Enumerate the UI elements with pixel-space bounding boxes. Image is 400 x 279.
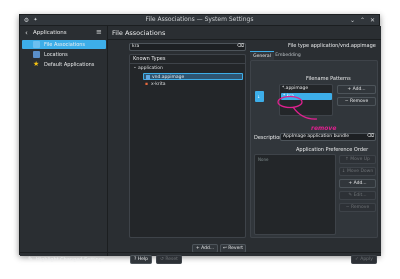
- clear-search-icon[interactable]: ⌫: [237, 44, 244, 49]
- sidebar-header: ‹ Applications ≡: [20, 26, 108, 40]
- footer-divider: [108, 252, 381, 253]
- move-down-button[interactable]: ↓ Move Down: [339, 167, 376, 176]
- tree-node-x-krita[interactable]: ▪ x-krita: [143, 81, 243, 88]
- sidebar-back-label[interactable]: Applications: [33, 30, 67, 36]
- annotation-arrow: [292, 106, 318, 120]
- app-preference-list[interactable]: None: [254, 154, 336, 235]
- apply-icon: ✓: [355, 257, 359, 262]
- help-label: Help: [137, 257, 149, 262]
- main-content: File Associations kra ⌫ Known Types ⌄ ap…: [108, 26, 381, 264]
- tree-node-label: application: [138, 66, 163, 71]
- hamburger-menu-icon[interactable]: ≡: [96, 28, 102, 36]
- general-tab-panel: ↓ Filename Patterns *.appimage *.kra + A…: [250, 60, 378, 238]
- system-settings-window: ⚙ ✦ File Associations — System Settings …: [19, 14, 381, 264]
- edit-application-button[interactable]: ✎ Edit...: [339, 191, 376, 200]
- clear-description-icon[interactable]: ⌫: [367, 134, 374, 139]
- known-types-header: Known Types: [133, 56, 166, 62]
- remove-application-button[interactable]: − Remove: [339, 203, 376, 212]
- sidebar-item-default-applications[interactable]: ★ Default Applications: [22, 60, 106, 69]
- krita-file-icon: ▪: [145, 81, 149, 87]
- sidebar-footer: ✎ Highlight Changed Settings: [20, 252, 108, 266]
- revert-label: Revert: [228, 246, 243, 251]
- tree-header-divider: [130, 63, 245, 64]
- pref-order-title: Application Preference Order: [296, 147, 369, 153]
- header-divider: [108, 39, 381, 40]
- pattern-item[interactable]: *.appimage: [282, 86, 332, 92]
- close-icon[interactable]: ✕: [368, 16, 377, 25]
- edit-application-label: Edit...: [353, 193, 367, 198]
- tree-node-label: x-krita: [151, 82, 166, 87]
- highlight-icon[interactable]: ✎: [28, 256, 33, 263]
- apply-button[interactable]: ✓ Apply: [351, 255, 377, 264]
- pref-list-placeholder: None: [258, 157, 269, 162]
- search-value: kra: [132, 44, 140, 49]
- page-title: File Associations: [112, 29, 166, 37]
- maximize-icon[interactable]: ⌃: [358, 16, 367, 25]
- minimize-icon[interactable]: ⌄: [348, 16, 357, 25]
- description-value: AppImage application bundle: [283, 134, 350, 139]
- move-up-button[interactable]: ↑ Move Up: [339, 155, 376, 164]
- annotation-text: remove: [311, 125, 337, 132]
- add-application-button[interactable]: + Add...: [339, 179, 376, 188]
- file-associations-icon: [33, 41, 40, 48]
- sidebar-item-file-associations[interactable]: File Associations: [22, 40, 106, 49]
- locations-icon: [33, 51, 40, 58]
- add-type-label: Add...: [201, 246, 215, 251]
- add-application-label: Add...: [353, 181, 367, 186]
- title-bar: ⚙ ✦ File Associations — System Settings …: [20, 15, 379, 26]
- tree-node-label: vnd.appimage: [152, 74, 185, 80]
- add-pattern-button[interactable]: + Add...: [337, 85, 376, 94]
- reset-label: Reset: [165, 257, 178, 262]
- search-input[interactable]: kra ⌫: [129, 43, 246, 51]
- sidebar-item-locations[interactable]: Locations: [22, 50, 106, 59]
- help-button[interactable]: ? Help: [130, 255, 152, 264]
- download-icon: ↓: [257, 94, 261, 99]
- description-field[interactable]: AppImage application bundle ⌫: [280, 133, 376, 141]
- move-down-label: Move Down: [346, 169, 374, 174]
- annotation-circle: [277, 95, 303, 109]
- sidebar-item-label: File Associations: [44, 41, 86, 48]
- window-title: File Associations — System Settings: [145, 16, 254, 23]
- move-up-label: Move Up: [350, 157, 370, 162]
- help-icon: ?: [133, 257, 137, 262]
- sidebar-item-label: Default Applications: [44, 61, 95, 68]
- tree-node-application[interactable]: ⌄ application: [130, 65, 245, 72]
- remove-pattern-label: Remove: [349, 99, 369, 104]
- back-icon[interactable]: ‹: [25, 29, 28, 37]
- known-types-tree: Known Types ⌄ application vnd.appimage ▪…: [129, 54, 246, 238]
- expand-arrow-icon[interactable]: ⌄: [133, 65, 137, 70]
- annotation-overlay: [277, 95, 318, 120]
- tab-embedding[interactable]: Embedding: [274, 51, 302, 60]
- highlight-changed-settings[interactable]: Highlight Changed Settings: [36, 257, 105, 263]
- apply-label: Apply: [360, 257, 373, 262]
- reset-icon: ↺: [160, 257, 164, 262]
- revert-icon: ↩: [223, 246, 227, 251]
- mimetype-icon[interactable]: ↓: [255, 91, 264, 102]
- plus-icon: +: [195, 246, 200, 251]
- pattern-label: *.appimage: [282, 86, 309, 91]
- tree-node-vnd-appimage[interactable]: vnd.appimage: [143, 73, 243, 80]
- sidebar: ‹ Applications ≡ File Associations Locat…: [20, 26, 108, 263]
- tab-general[interactable]: General: [250, 51, 274, 60]
- mime-file-icon: [146, 74, 150, 80]
- filetype-label: File type application/vnd.appimage: [288, 43, 376, 49]
- add-pattern-label: Add...: [352, 87, 366, 92]
- patterns-title: Filename Patterns: [306, 76, 351, 82]
- sidebar-item-label: Locations: [44, 51, 68, 58]
- star-icon: ★: [33, 59, 40, 68]
- remove-application-label: Remove: [350, 205, 370, 210]
- reset-button[interactable]: ↺ Reset: [156, 255, 182, 264]
